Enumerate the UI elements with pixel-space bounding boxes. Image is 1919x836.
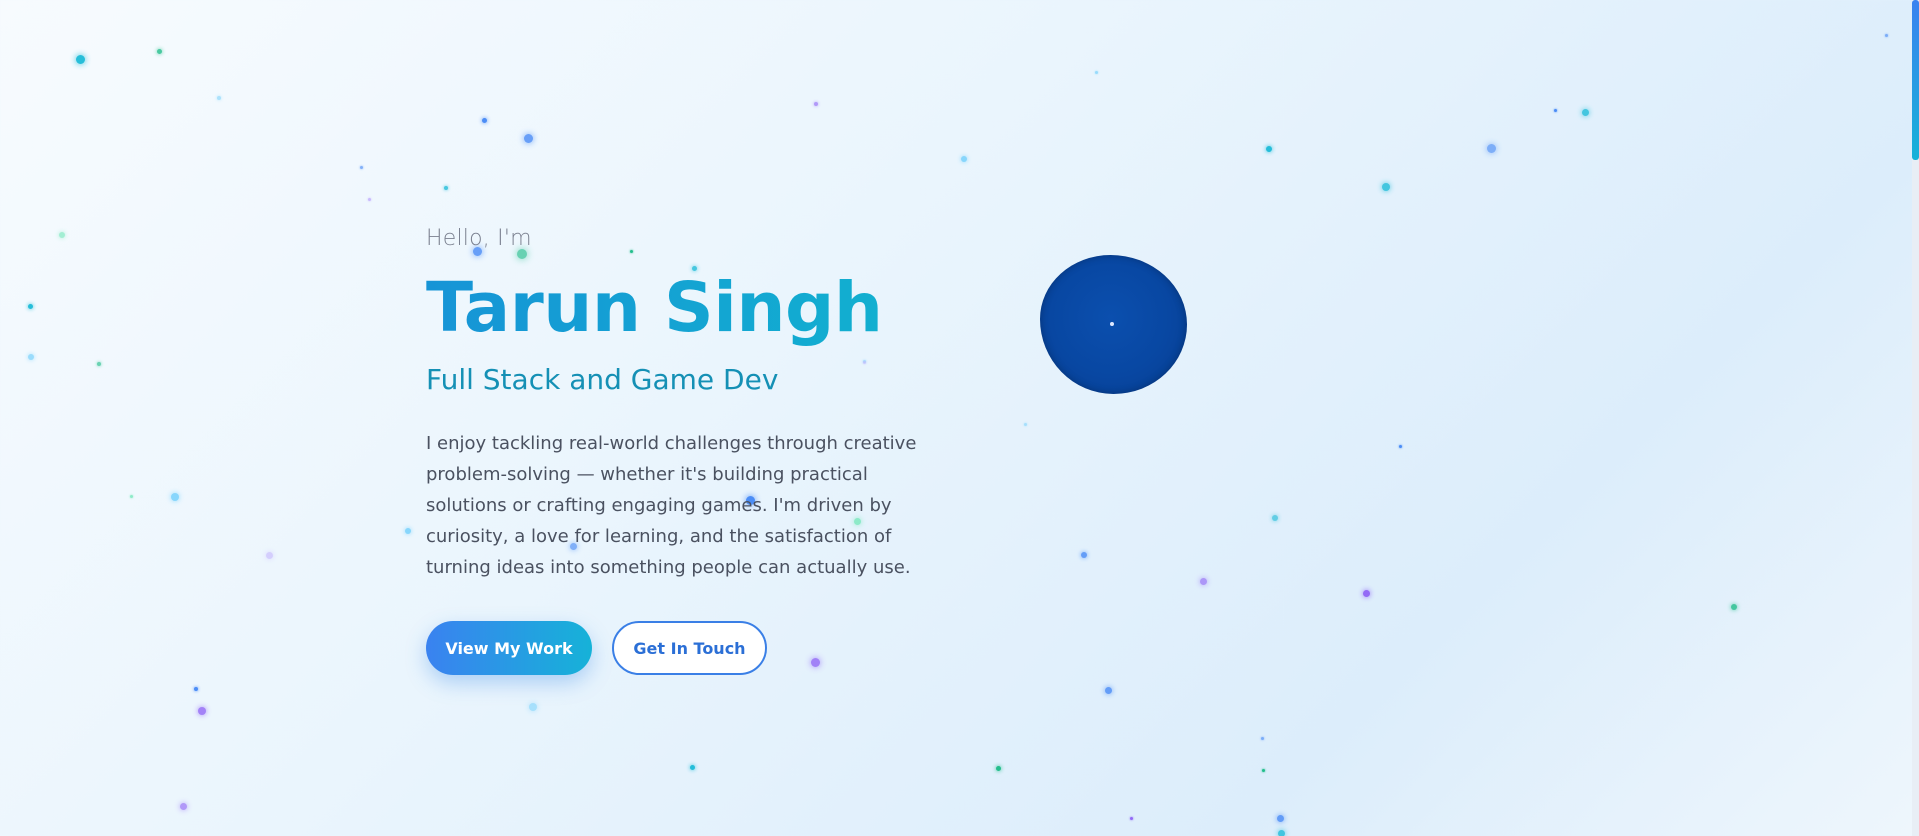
particle-dot [995, 765, 1001, 771]
hero-role: Full Stack and Game Dev [426, 363, 779, 396]
particle-dot [1276, 814, 1284, 822]
particle-dot [129, 494, 133, 498]
page-scrollbar[interactable] [1912, 0, 1919, 836]
particle-dot [481, 117, 487, 123]
particle-dot [1266, 146, 1272, 152]
particle-dot [1272, 515, 1278, 521]
particle-dot [367, 197, 371, 201]
particle-dot [97, 362, 101, 366]
particle-dot [75, 54, 85, 64]
particle-dot [1023, 422, 1027, 426]
particle-dot [179, 802, 187, 810]
scrollbar-thumb[interactable] [1912, 0, 1919, 160]
particle-dot [359, 165, 363, 169]
particle-dot [1104, 686, 1112, 694]
particle-dot [1199, 577, 1207, 585]
particle-dot [1486, 143, 1496, 153]
particle-dot [689, 764, 695, 770]
particle-dot [1129, 816, 1133, 820]
hero-bio: I enjoy tackling real-world challenges t… [426, 433, 917, 578]
hero-name: Tarun Singh [426, 266, 946, 350]
particle-dot [1277, 829, 1285, 836]
particle-dot [28, 354, 34, 360]
hero-actions: View My Work Get In Touch [426, 621, 946, 675]
particle-dot [529, 703, 537, 711]
get-in-touch-button[interactable]: Get In Touch [612, 621, 767, 675]
particle-dot [1081, 552, 1087, 558]
particle-dot [265, 551, 273, 559]
hero-greeting: Hello, I'm [426, 226, 532, 251]
particle-dot [27, 303, 33, 309]
particle-dot [1731, 604, 1737, 610]
particle-dot [444, 186, 448, 190]
particle-dot [194, 687, 198, 691]
particle-dot [1884, 33, 1888, 37]
view-my-work-button[interactable]: View My Work [426, 621, 592, 675]
particle-background [0, 0, 1919, 836]
animated-blob-graphic [1040, 255, 1187, 394]
particle-dot [1581, 108, 1589, 116]
particle-dot [1382, 183, 1390, 191]
particle-dot [1553, 108, 1557, 112]
particle-dot [523, 133, 533, 143]
blob-highlight-dot [1110, 322, 1114, 326]
particle-dot [59, 232, 65, 238]
hero-section: Hello, I'm Tarun Singh Full Stack and Ga… [426, 222, 946, 675]
particle-dot [814, 102, 818, 106]
particle-dot [1094, 70, 1098, 74]
particle-dot [198, 707, 206, 715]
particle-dot [961, 156, 967, 162]
particle-dot [217, 96, 221, 100]
particle-dot [171, 493, 179, 501]
particle-dot [1261, 768, 1265, 772]
particle-dot [1362, 589, 1370, 597]
particle-dot [156, 48, 162, 54]
particle-dot [1398, 444, 1402, 448]
particle-dot [405, 528, 411, 534]
particle-dot [1260, 736, 1264, 740]
